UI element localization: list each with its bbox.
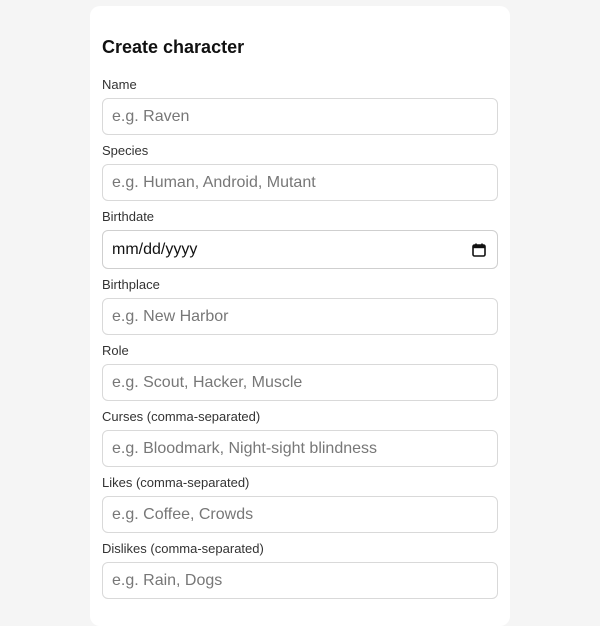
likes-input-box[interactable] xyxy=(102,496,498,533)
form-fields: Name Species Birthdate mm/dd/yyyy xyxy=(102,77,498,607)
dislikes-input[interactable] xyxy=(103,563,497,598)
name-input[interactable] xyxy=(103,99,497,134)
likes-input[interactable] xyxy=(103,497,497,532)
species-input[interactable] xyxy=(103,165,497,200)
species-input-box[interactable] xyxy=(102,164,498,201)
birthdate-value: mm/dd/yyyy xyxy=(112,241,198,258)
birthplace-field-group: Birthplace xyxy=(102,277,498,343)
dislikes-field-group: Dislikes (comma-separated) xyxy=(102,541,498,607)
role-field-group: Role xyxy=(102,343,498,409)
curses-input-box[interactable] xyxy=(102,430,498,467)
dislikes-label: Dislikes (comma-separated) xyxy=(102,541,264,556)
form-title: Create character xyxy=(102,37,245,57)
birthdate-input[interactable]: mm/dd/yyyy xyxy=(102,230,498,269)
species-label: Species xyxy=(102,143,149,158)
role-label: Role xyxy=(102,343,129,358)
likes-field-group: Likes (comma-separated) xyxy=(102,475,498,541)
curses-input[interactable] xyxy=(103,431,497,466)
name-label: Name xyxy=(102,77,137,92)
role-input[interactable] xyxy=(103,365,497,400)
calendar-icon[interactable] xyxy=(472,243,486,257)
name-input-box[interactable] xyxy=(102,98,498,135)
birthplace-label: Birthplace xyxy=(102,277,160,292)
name-field-group: Name xyxy=(102,77,498,143)
role-input-box[interactable] xyxy=(102,364,498,401)
birthplace-input[interactable] xyxy=(103,299,497,334)
curses-field-group: Curses (comma-separated) xyxy=(102,409,498,475)
birthplace-input-box[interactable] xyxy=(102,298,498,335)
likes-label: Likes (comma-separated) xyxy=(102,475,250,490)
curses-label: Curses (comma-separated) xyxy=(102,409,261,424)
dislikes-input-box[interactable] xyxy=(102,562,498,599)
birthdate-label: Birthdate xyxy=(102,209,155,224)
birthdate-field-group: Birthdate mm/dd/yyyy xyxy=(102,209,498,277)
create-character-card: Create character Name Species Birthdate … xyxy=(90,6,510,626)
species-field-group: Species xyxy=(102,143,498,209)
